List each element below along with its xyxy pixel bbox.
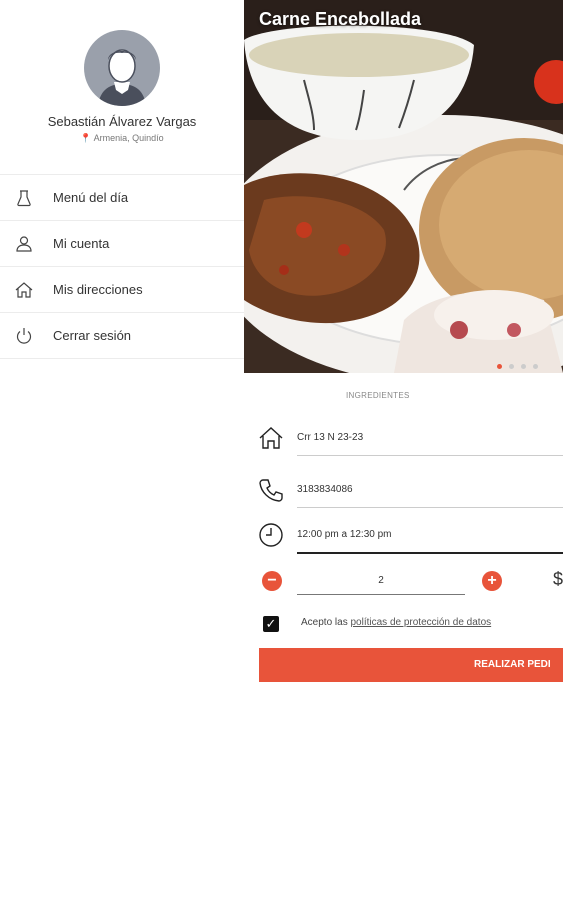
phone-value: 3183834086	[297, 484, 353, 495]
drawer-menu: Menú del día Mi cuenta Mis direcciones C…	[0, 174, 244, 359]
dish-photo	[244, 0, 563, 373]
menu-item-mi-cuenta[interactable]: Mi cuenta	[0, 221, 244, 267]
minus-icon: −	[267, 572, 277, 589]
field-underline	[297, 455, 563, 456]
address-field[interactable]: Crr 13 N 23-23	[258, 425, 563, 465]
price-label: $	[553, 569, 563, 589]
dish-title: Carne Encebollada	[259, 9, 422, 29]
power-icon	[16, 328, 32, 344]
checkmark-icon: ✓	[265, 616, 277, 631]
clock-icon	[259, 523, 283, 547]
privacy-policy-link[interactable]: políticas de protección de datos	[350, 617, 491, 628]
avatar[interactable]	[84, 30, 160, 106]
menu-item-label: Cerrar sesión	[53, 328, 132, 343]
quantity-input[interactable]	[297, 566, 465, 595]
menu-item-mis-direcciones[interactable]: Mis direcciones	[0, 267, 244, 313]
phone-field[interactable]: 3183834086	[258, 477, 563, 517]
user-avatar-icon	[98, 49, 146, 106]
main-panel: Carne Encebollada INGREDIENTES Crr 13 N …	[244, 0, 563, 900]
plus-icon: +	[487, 572, 497, 589]
carousel-dot[interactable]	[521, 364, 526, 369]
field-underline-active	[297, 552, 563, 554]
dish-image-carousel[interactable]: Carne Encebollada	[244, 0, 563, 373]
menu-item-label: Mis direcciones	[53, 282, 143, 297]
carousel-dot[interactable]	[509, 364, 514, 369]
terms-prefix: Acepto las	[301, 617, 348, 628]
address-value: Crr 13 N 23-23	[297, 432, 364, 443]
menu-item-label: Mi cuenta	[53, 236, 110, 251]
user-name: Sebastián Álvarez Vargas	[47, 114, 197, 129]
terms-text: Acepto las políticas de protección de da…	[301, 617, 491, 628]
navigation-drawer: Sebastián Álvarez Vargas 📍 Armenia, Quin…	[0, 0, 244, 900]
decrease-quantity-button[interactable]: −	[262, 571, 282, 591]
place-order-button[interactable]: REALIZAR PEDI	[259, 648, 563, 682]
time-field[interactable]: 12:00 pm a 12:30 pm	[258, 522, 563, 562]
home-icon	[259, 427, 283, 449]
field-underline	[297, 507, 563, 508]
phone-icon	[259, 479, 283, 502]
home-icon	[15, 282, 33, 298]
chef-icon	[17, 190, 31, 207]
time-value: 12:00 pm a 12:30 pm	[297, 529, 392, 540]
user-icon	[16, 236, 32, 252]
menu-item-cerrar-sesion[interactable]: Cerrar sesión	[0, 313, 244, 359]
ingredients-tab[interactable]: INGREDIENTES	[346, 391, 410, 400]
menu-item-label: Menú del día	[53, 190, 129, 205]
increase-quantity-button[interactable]: +	[482, 571, 502, 591]
user-location-text: Armenia, Quindío	[93, 133, 164, 143]
menu-item-menu-del-dia[interactable]: Menú del día	[0, 175, 244, 221]
location-pin-icon: 📍	[80, 133, 92, 143]
carousel-dot[interactable]	[533, 364, 538, 369]
carousel-indicator	[497, 356, 545, 373]
terms-checkbox[interactable]: ✓	[263, 616, 279, 632]
carousel-dot[interactable]	[497, 364, 502, 369]
user-location: 📍 Armenia, Quindío	[0, 133, 244, 144]
